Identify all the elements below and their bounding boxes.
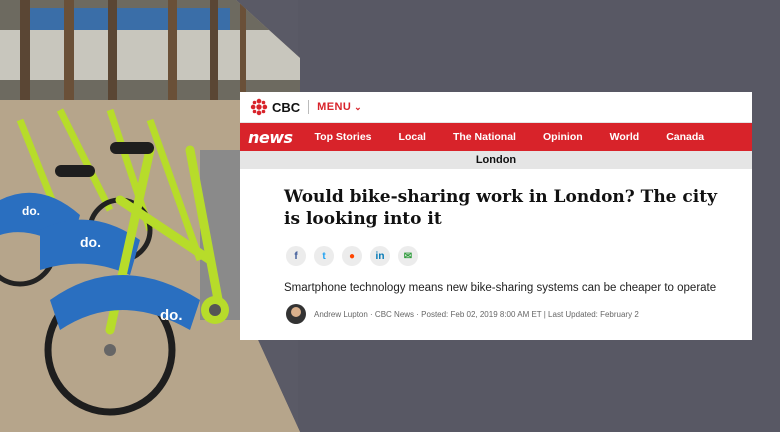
cbc-gem-icon [250, 98, 268, 116]
article-headline: Would bike-sharing work in London? The c… [284, 187, 717, 229]
chevron-down-icon: ⌄ [354, 101, 363, 112]
svg-text:do.: do. [160, 307, 183, 324]
fender-text-1: do. [80, 234, 101, 250]
menu-button[interactable]: MENU ⌄ [317, 101, 362, 113]
region-link-london[interactable]: London [476, 154, 516, 166]
news-logo[interactable]: news [248, 128, 293, 147]
article-screenshot-card: CBC MENU ⌄ news Top Stories Local The Na… [240, 92, 752, 340]
region-subnav: London [240, 151, 752, 169]
byline-text: Andrew Lupton · CBC News · Posted: Feb 0… [314, 309, 639, 319]
facebook-icon[interactable]: f [286, 246, 306, 266]
nav-item-the-national[interactable]: The National [453, 131, 516, 143]
divider [308, 100, 310, 114]
nav-item-world[interactable]: World [610, 131, 640, 143]
nav-item-canada[interactable]: Canada [666, 131, 704, 143]
article-dek: Smartphone technology means new bike-sha… [284, 282, 717, 294]
twitter-icon[interactable]: t [314, 246, 334, 266]
share-bar: f t ● in ✉ [286, 246, 752, 266]
menu-label: MENU [317, 101, 352, 113]
email-icon[interactable]: ✉ [398, 246, 418, 266]
linkedin-icon[interactable]: in [370, 246, 390, 266]
author-avatar [286, 304, 306, 324]
byline: Andrew Lupton · CBC News · Posted: Feb 0… [286, 304, 752, 324]
news-nav-bar: news Top Stories Local The National Opin… [240, 123, 752, 151]
nav-item-opinion[interactable]: Opinion [543, 131, 583, 143]
reddit-icon[interactable]: ● [342, 246, 362, 266]
nav-item-top-stories[interactable]: Top Stories [315, 131, 372, 143]
cbc-brand[interactable]: CBC [272, 100, 300, 115]
svg-text:do.: do. [22, 204, 40, 218]
cbc-top-bar: CBC MENU ⌄ [240, 92, 752, 123]
nav-item-local[interactable]: Local [399, 131, 426, 143]
